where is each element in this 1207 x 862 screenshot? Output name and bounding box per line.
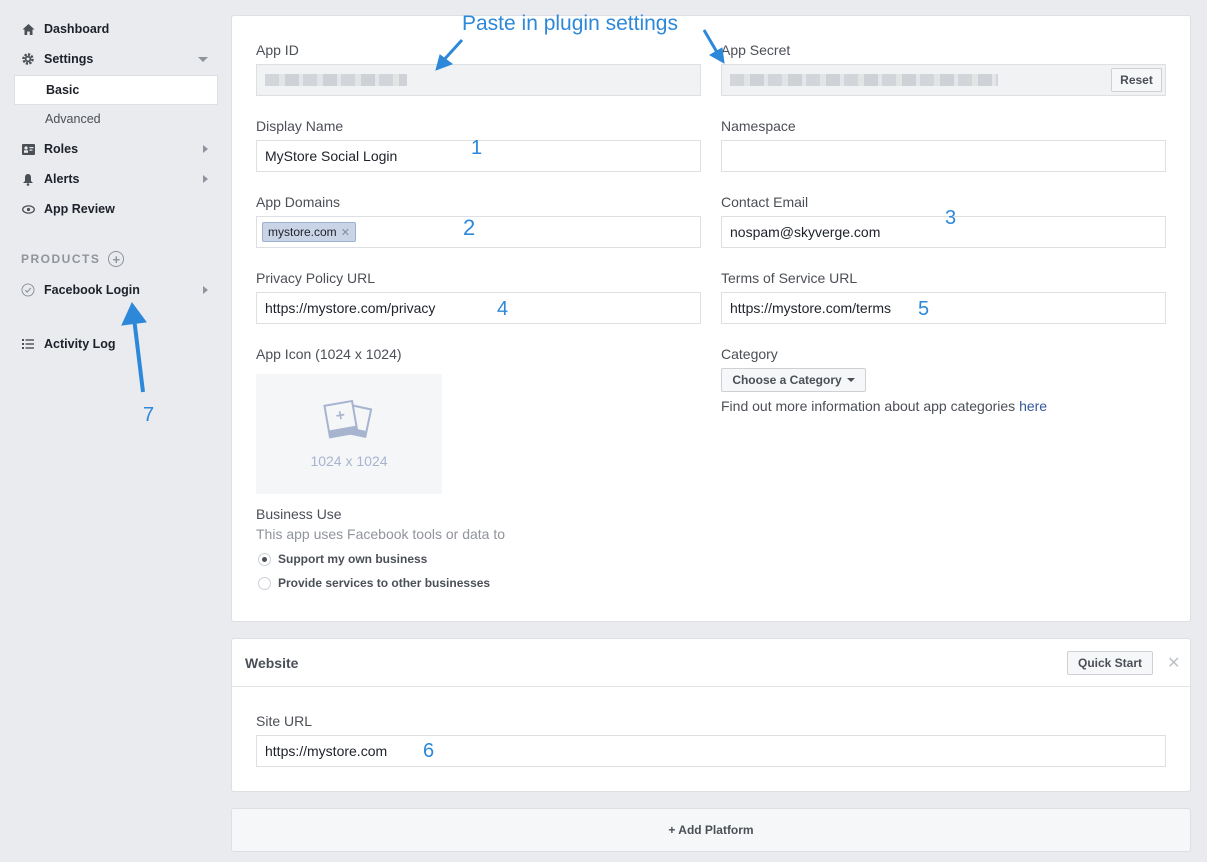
annotation-number-6: 6 (423, 740, 435, 762)
annotation-number-7: 7 (143, 404, 155, 426)
annotation-arrows (121, 29, 725, 393)
annotation-arrow-app-secret (702, 29, 725, 64)
annotation-arrow-facebook-login (121, 302, 147, 393)
annotation-number-5: 5 (918, 298, 930, 320)
annotation-number-1: 1 (471, 137, 483, 159)
annotation-number-2: 2 (463, 215, 476, 240)
annotation-number-4: 4 (497, 298, 509, 320)
annotation-number-3: 3 (945, 207, 957, 229)
annotation-arrow-app-id (435, 38, 464, 71)
